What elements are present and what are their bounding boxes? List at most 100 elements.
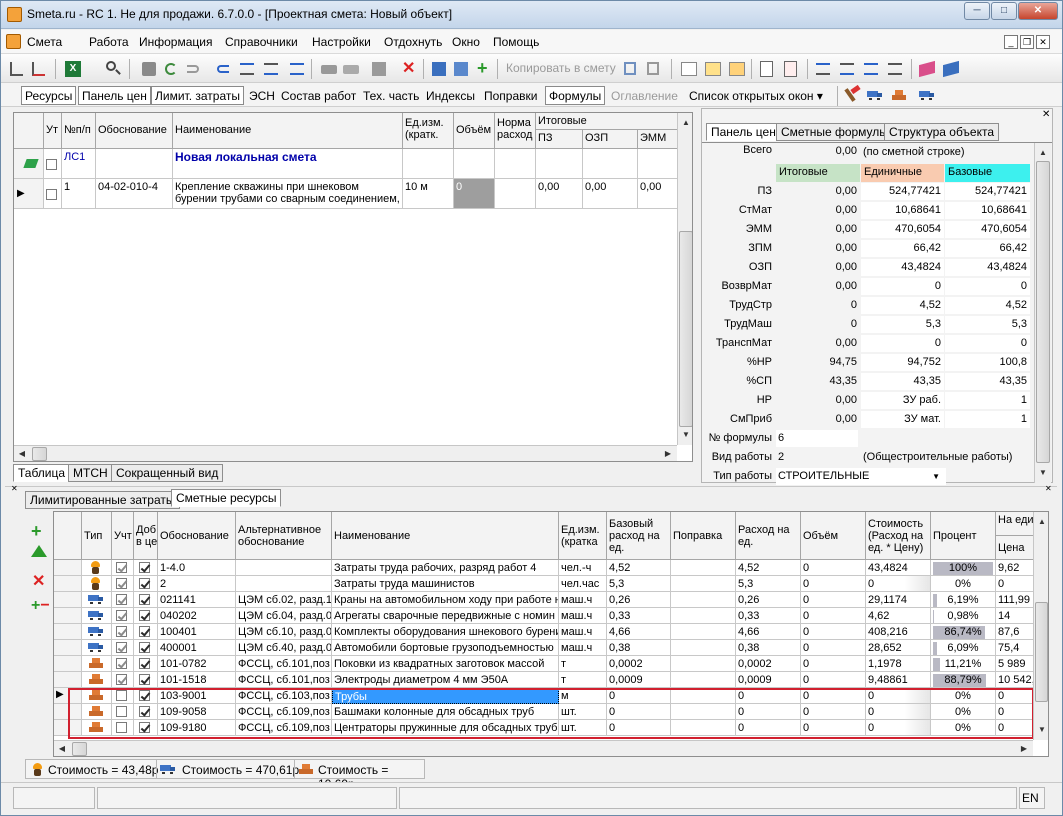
res-popr[interactable]: [671, 592, 736, 608]
move-up-icon[interactable]: [813, 59, 833, 79]
res-vol[interactable]: 0: [801, 704, 866, 720]
res-name[interactable]: Затраты труда машинистов: [332, 576, 559, 592]
res-vol[interactable]: 0: [801, 592, 866, 608]
res-name[interactable]: Автомобили бортовые грузоподъемностью: [332, 640, 559, 656]
maximize-icon[interactable]: □: [991, 2, 1017, 20]
scroll-right-icon[interactable]: ▶: [660, 446, 676, 461]
insert-row-icon[interactable]: [429, 59, 449, 79]
menu-otdohnut[interactable]: Отдохнуть: [384, 35, 442, 49]
estimate-hscroll[interactable]: ◀ ▶: [14, 445, 677, 461]
resources-hscroll[interactable]: ◀ ▶: [54, 740, 1033, 756]
col-uch[interactable]: Учт: [112, 512, 134, 560]
price-row-base[interactable]: 1: [945, 392, 1030, 409]
estimate-vscroll[interactable]: ▲ ▼: [677, 113, 692, 445]
res-popr[interactable]: [671, 704, 736, 720]
resources-button[interactable]: Ресурсы: [21, 86, 77, 105]
price-row-base[interactable]: 0: [945, 335, 1030, 352]
book-blue-icon[interactable]: [941, 59, 961, 79]
col-unit[interactable]: Ед.изм. (кратка: [559, 512, 607, 560]
res-popr[interactable]: [671, 560, 736, 576]
dob-checkbox[interactable]: [139, 561, 150, 573]
scroll-down-icon[interactable]: ▼: [1034, 722, 1048, 738]
col-vol[interactable]: Объём: [801, 512, 866, 560]
uch-checkbox[interactable]: [116, 593, 127, 605]
tree-edit-icon[interactable]: [29, 59, 49, 79]
res-popr[interactable]: [671, 656, 736, 672]
scroll-left-icon[interactable]: ◀: [14, 446, 30, 461]
list-down-icon[interactable]: [287, 59, 307, 79]
col-type[interactable]: Тип: [82, 512, 112, 560]
uch-checkbox[interactable]: [116, 561, 127, 573]
tab-object-structure[interactable]: Структура объекта: [884, 123, 1000, 141]
uch-checkbox[interactable]: [116, 609, 127, 621]
dob-checkbox[interactable]: [139, 609, 150, 621]
doc-icon[interactable]: [6, 34, 21, 49]
scroll-up-icon[interactable]: ▲: [1034, 514, 1048, 530]
add-remove-icon[interactable]: +−: [31, 597, 50, 615]
price-row-unit[interactable]: 94,752: [861, 354, 944, 371]
close-icon[interactable]: ✕: [11, 484, 18, 493]
print-preview-icon[interactable]: [341, 59, 361, 79]
res-popr[interactable]: [671, 640, 736, 656]
res-name[interactable]: Комплекты оборудования шнекового бурени: [332, 624, 559, 640]
res-vol[interactable]: 0: [801, 640, 866, 656]
col-ozp[interactable]: ОЗП: [583, 130, 638, 149]
close-icon[interactable]: ✕: [1018, 2, 1058, 20]
res-name[interactable]: Затраты труда рабочих, разряд работ 4: [332, 560, 559, 576]
dob-checkbox[interactable]: [139, 673, 150, 685]
res-vol[interactable]: 0: [801, 656, 866, 672]
doc-delete-icon[interactable]: [781, 59, 801, 79]
scroll-left-icon[interactable]: ◀: [54, 741, 70, 756]
uch-checkbox[interactable]: [116, 577, 127, 589]
move-down-icon[interactable]: [837, 59, 857, 79]
row-checkbox[interactable]: [46, 158, 57, 170]
price-row-unit[interactable]: 10,68641: [861, 202, 944, 219]
col-pct[interactable]: Процент: [931, 512, 996, 560]
col-price[interactable]: Цена: [996, 536, 1034, 560]
scroll-up-icon[interactable]: ▲: [678, 115, 692, 131]
res-name[interactable]: Электроды диаметром 4 мм Э50А: [332, 672, 559, 688]
menu-spravochniki[interactable]: Справочники: [225, 35, 298, 49]
tab-short-view[interactable]: Сокращенный вид: [111, 464, 224, 482]
res-popr[interactable]: [671, 688, 736, 704]
scroll-up-icon[interactable]: ▲: [1035, 145, 1051, 161]
uch-checkbox[interactable]: [116, 657, 127, 669]
res-name[interactable]: Центраторы пружинные для обсадных труб: [332, 720, 559, 736]
insert-copy-icon[interactable]: [451, 59, 471, 79]
redo-blue-icon[interactable]: [213, 59, 233, 79]
price-row-base[interactable]: 4,52: [945, 297, 1030, 314]
res-popr[interactable]: [671, 608, 736, 624]
scroll-down-icon[interactable]: ▼: [1035, 465, 1051, 481]
doc-check-icon[interactable]: [757, 59, 777, 79]
delete-resource-icon[interactable]: ✕: [32, 571, 45, 591]
dob-checkbox[interactable]: [139, 689, 150, 701]
uch-checkbox[interactable]: [116, 689, 127, 701]
hscroll-thumb[interactable]: [32, 447, 47, 461]
menu-info[interactable]: Информация: [139, 35, 212, 49]
menu-rabota[interactable]: Работа: [89, 35, 129, 49]
uch-checkbox[interactable]: [116, 705, 127, 717]
uch-checkbox[interactable]: [116, 625, 127, 637]
delete-icon[interactable]: ✕: [399, 59, 419, 79]
splitter[interactable]: [5, 486, 1057, 490]
close-icon[interactable]: ✕: [1045, 484, 1052, 493]
res-vol[interactable]: 0: [801, 608, 866, 624]
tab-price-panel[interactable]: Панель цен: [706, 123, 781, 141]
open-windows-button[interactable]: Список открытых окон ▾: [685, 86, 827, 105]
col-ut[interactable]: Ут: [44, 113, 62, 149]
mdi-close-icon[interactable]: ✕: [1036, 35, 1050, 49]
tech-part-button[interactable]: Тех. часть: [359, 86, 423, 105]
col-alt[interactable]: Альтернативное обоснование: [236, 512, 332, 560]
res-popr[interactable]: [671, 576, 736, 592]
mdi-restore-icon[interactable]: ❐: [1020, 35, 1034, 49]
price-panel-button[interactable]: Панель цен: [78, 86, 151, 105]
price-row-unit[interactable]: 470,6054: [861, 221, 944, 238]
tab-table[interactable]: Таблица: [13, 464, 71, 482]
price-row-base[interactable]: 0: [945, 278, 1030, 295]
price-row-unit[interactable]: 0: [861, 278, 944, 295]
price-row-base[interactable]: 43,35: [945, 373, 1030, 390]
col-unit[interactable]: Ед.изм. (кратк.: [403, 113, 454, 149]
resources-vscroll[interactable]: ▲ ▼: [1033, 512, 1048, 740]
res-popr[interactable]: [671, 720, 736, 736]
dob-checkbox[interactable]: [139, 577, 150, 589]
